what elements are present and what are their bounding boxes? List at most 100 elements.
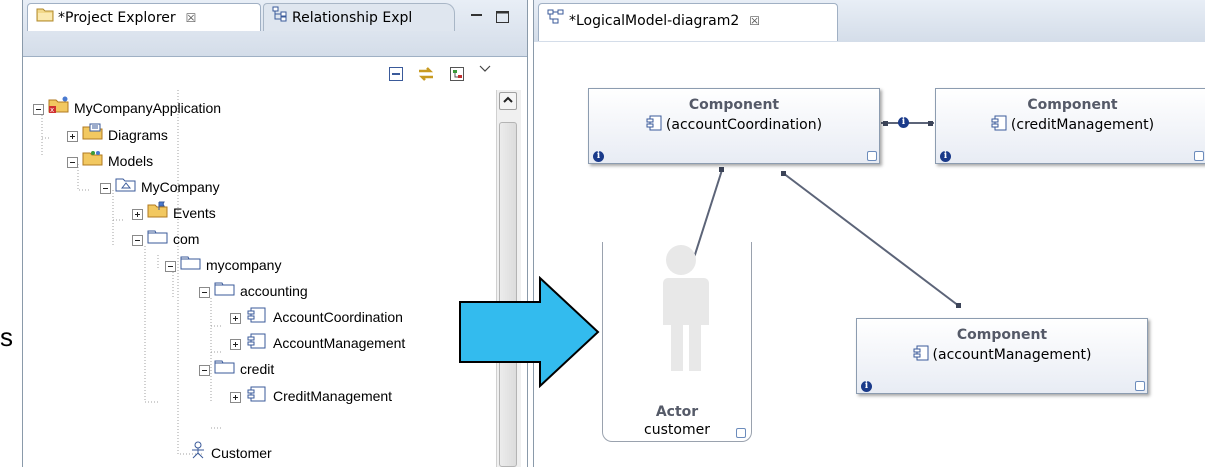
expand-icon[interactable] <box>132 208 143 220</box>
info-icon[interactable]: i <box>940 151 951 162</box>
tree-item[interactable]: Events <box>132 200 216 226</box>
models-folder-icon <box>82 149 104 175</box>
collapse-all-icon[interactable] <box>386 64 406 84</box>
diagram-editor-panel: *LogicalModel-diagram2 ☒ i Actor custome… <box>533 0 1205 467</box>
collapse-icon[interactable] <box>100 182 111 194</box>
tree-item[interactable]: Diagrams <box>67 122 168 148</box>
tree-item[interactable]: com <box>132 226 199 252</box>
collapse-icon[interactable] <box>199 364 210 376</box>
tree-item[interactable]: CreditManagement <box>230 383 392 409</box>
component-icon <box>991 115 1007 135</box>
tree-item[interactable]: Customer <box>189 440 272 466</box>
diagram-canvas[interactable]: i Actor customer Component (accountCoord… <box>534 42 1205 467</box>
collapse-icon[interactable] <box>165 260 176 272</box>
model-icon <box>115 175 137 201</box>
component-name: (accountManagement) <box>857 345 1147 365</box>
info-icon[interactable]: i <box>593 151 604 162</box>
tree-item[interactable]: AccountCoordination <box>230 304 403 330</box>
component-title: Component <box>956 327 1048 343</box>
package-icon <box>214 279 236 305</box>
tree-item-label: com <box>173 231 200 247</box>
expand-icon[interactable] <box>67 130 78 142</box>
tree-item-label: Diagrams <box>108 127 168 143</box>
component-icon <box>245 305 269 331</box>
package-icon <box>214 357 236 383</box>
collapse-corner-icon[interactable] <box>1135 381 1145 391</box>
tree-item[interactable]: Models <box>67 148 153 174</box>
arrow-overlay-icon <box>459 276 600 388</box>
tree-item[interactable]: x MyCompanyApplication <box>33 95 221 121</box>
collapse-corner-icon[interactable] <box>1194 151 1204 161</box>
actor-node[interactable]: Actor customer <box>602 242 754 444</box>
link-with-editor-icon[interactable] <box>416 64 436 84</box>
component-accountcoordination[interactable]: Component (accountCoordination) i <box>588 88 880 164</box>
component-title: Component <box>1027 97 1118 113</box>
component-creditmanagement[interactable]: Component (creditManagement) i <box>935 88 1205 164</box>
actor-icon <box>189 441 207 467</box>
component-title: Component <box>688 97 780 113</box>
tree-item-label: AccountManagement <box>273 335 406 351</box>
tree-item[interactable]: AccountManagement <box>230 330 405 356</box>
tree-item-label: accounting <box>240 283 308 299</box>
collapse-corner-icon[interactable] <box>867 151 877 161</box>
close-icon[interactable]: ☒ <box>749 14 760 28</box>
expand-icon[interactable] <box>230 312 241 324</box>
filter-icon[interactable] <box>447 64 467 84</box>
component-accountmanagement[interactable]: Component (accountManagement) i <box>856 318 1148 394</box>
diagrams-folder-icon <box>82 123 104 149</box>
tree-item-label: CreditManagement <box>273 388 393 404</box>
interface-info-icon[interactable]: i <box>898 117 909 128</box>
events-folder-icon <box>147 201 169 227</box>
tab-project-explorer[interactable]: *Project Explorer ☒ <box>27 3 261 31</box>
tree-item-label: Customer <box>211 445 272 461</box>
svg-text:x: x <box>50 106 54 114</box>
component-icon <box>646 115 662 135</box>
maximize-button[interactable] <box>493 8 513 28</box>
collapse-icon[interactable] <box>33 103 44 115</box>
component-name: (accountCoordination) <box>589 115 879 135</box>
package-icon <box>180 253 202 279</box>
component-name: (creditManagement) <box>936 115 1205 135</box>
tree-item[interactable]: accounting <box>199 278 308 304</box>
project-icon: x <box>48 96 70 122</box>
left-tab-bar: *Project Explorer ☒ Relationship Expl <box>23 0 527 81</box>
actor-title: Actor <box>655 404 699 420</box>
project-explorer-panel: *Project Explorer ☒ Relationship Expl x … <box>22 0 528 467</box>
tab-relationship-explorer[interactable]: Relationship Expl <box>263 3 455 31</box>
edge-text-fragment: s <box>0 322 13 352</box>
tree-item-label: mycompany <box>206 257 282 273</box>
editor-tab-bar: *LogicalModel-diagram2 ☒ <box>534 0 1205 43</box>
package-icon <box>147 227 169 253</box>
actor-figure-icon <box>658 245 709 371</box>
component-icon <box>245 331 269 357</box>
collapse-icon[interactable] <box>132 234 143 246</box>
tree-item[interactable]: mycompany <box>165 252 281 278</box>
tab-relationship-explorer-label: Relationship Expl <box>292 10 413 26</box>
tree-item[interactable]: MyCompany <box>100 174 220 200</box>
tree-item-label: Models <box>108 153 154 169</box>
tree-item[interactable]: credit <box>199 356 274 382</box>
minimize-button[interactable] <box>467 8 487 28</box>
expand-icon[interactable] <box>230 338 241 350</box>
diagram-icon <box>547 4 565 38</box>
close-icon[interactable]: ☒ <box>186 11 197 25</box>
view-menu-icon[interactable] <box>475 60 495 80</box>
component-icon <box>913 345 929 365</box>
tree-item-label: Events <box>173 205 216 221</box>
tree-item-label: AccountCoordination <box>273 309 403 325</box>
component-icon <box>245 384 269 410</box>
actor-name: customer <box>644 422 710 438</box>
expand-icon[interactable] <box>230 391 241 403</box>
tab-logicalmodel-diagram-label: *LogicalModel-diagram2 <box>569 13 740 29</box>
scroll-up-button[interactable] <box>499 92 517 110</box>
tab-logicalmodel-diagram[interactable]: *LogicalModel-diagram2 ☒ <box>538 3 838 41</box>
tab-project-explorer-label: *Project Explorer <box>58 10 176 26</box>
collapse-icon[interactable] <box>199 286 210 298</box>
tree-item-label: credit <box>240 361 275 377</box>
collapse-icon[interactable] <box>67 156 78 168</box>
project-explorer-icon <box>36 4 54 32</box>
collapse-corner-icon[interactable] <box>736 428 746 438</box>
info-icon[interactable]: i <box>861 381 872 392</box>
tree-item-label: MyCompanyApplication <box>74 100 222 116</box>
tree-item-label: MyCompany <box>141 179 220 195</box>
